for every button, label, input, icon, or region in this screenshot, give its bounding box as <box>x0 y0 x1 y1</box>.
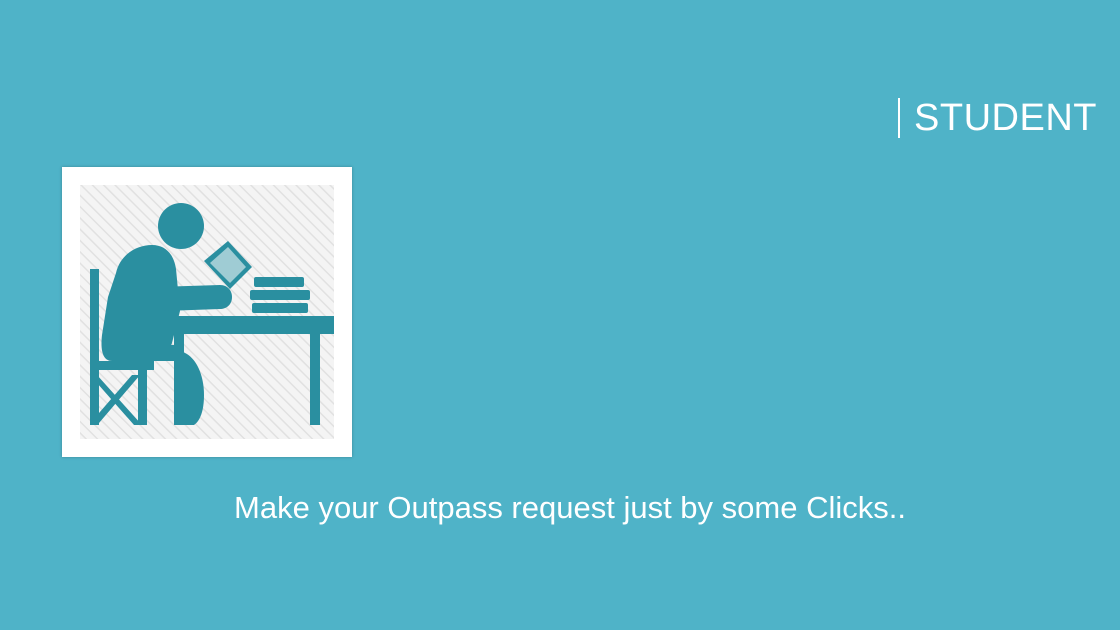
heading-text: STUDENT <box>914 97 1097 139</box>
book-stack-middle <box>250 290 310 300</box>
presentation-slide: STUDENT Make your Outpass request just b… <box>0 0 1120 630</box>
book-stack-bottom <box>252 303 308 313</box>
desk-leg-right <box>310 334 320 425</box>
slide-tagline: Make your Outpass request just by some C… <box>234 490 906 525</box>
slide-heading: STUDENT <box>898 96 1097 140</box>
heading-divider <box>898 98 901 138</box>
student-illustration-frame <box>62 167 352 457</box>
desk-top <box>166 316 334 334</box>
student-head <box>158 203 204 249</box>
desk-leg-left <box>174 334 184 425</box>
chair-back <box>90 269 99 425</box>
chair-leg <box>138 361 147 425</box>
student-studying-at-desk-icon <box>80 185 334 439</box>
student-thigh <box>120 345 176 361</box>
book-stack-top <box>254 277 304 287</box>
student-arm <box>156 285 232 311</box>
